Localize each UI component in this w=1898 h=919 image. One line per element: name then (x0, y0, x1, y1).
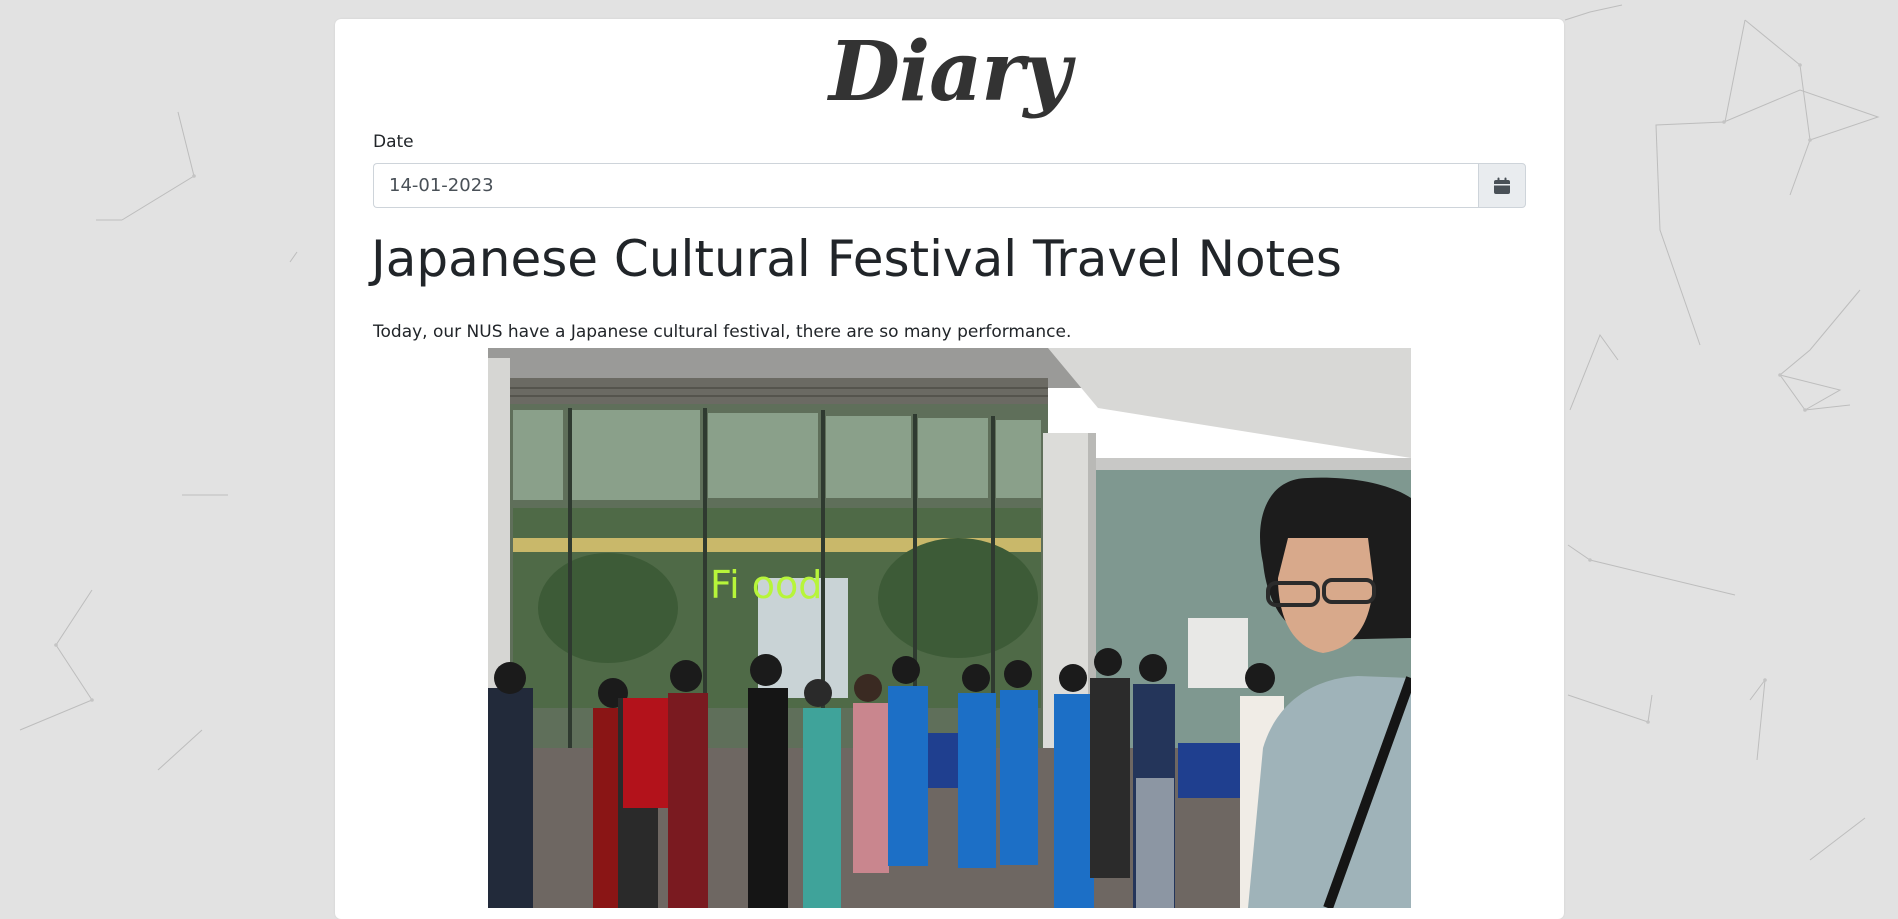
festival-photo-illustration: Fi ood (488, 348, 1411, 908)
entry-body: Today, our NUS have a Japanese cultural … (373, 322, 1072, 342)
festival-photo: Fi ood (488, 348, 1411, 908)
diary-card: Diary Date Japanese Cultural Festival Tr… (335, 19, 1564, 919)
date-label: Date (373, 132, 414, 152)
date-picker (373, 163, 1526, 208)
date-input[interactable] (373, 163, 1478, 208)
entry-title: Japanese Cultural Festival Travel Notes (371, 230, 1342, 288)
photo-sign-text: Fi ood (710, 563, 822, 607)
calendar-icon (1494, 177, 1510, 194)
app-logo: Diary (828, 24, 1071, 120)
calendar-button[interactable] (1478, 163, 1526, 208)
